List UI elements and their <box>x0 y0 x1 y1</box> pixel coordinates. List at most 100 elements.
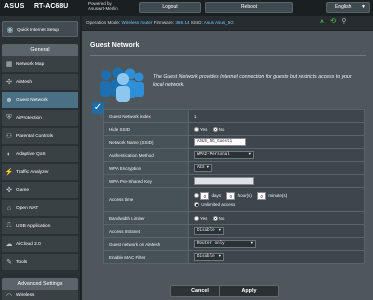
firmware-value[interactable]: 386.14 <box>175 20 189 25</box>
sidebar-item-guest-network[interactable]: ☻ Guest Network <box>2 92 78 109</box>
wpa-encryption-select[interactable]: AES ▼ <box>194 164 212 172</box>
ssid-label: Network Name (SSID) <box>103 135 189 149</box>
psk-input[interactable] <box>194 177 254 185</box>
chevron-down-icon: ▼ <box>248 153 251 157</box>
minutes-input[interactable]: 0 <box>257 191 267 200</box>
ssid-input[interactable]: ASUS_5G_Guest1 <box>194 138 246 146</box>
auth-method-cell: WPA2-Personal ▼ <box>188 148 365 162</box>
guest-network-icon: ☻ <box>5 96 13 104</box>
sidebar-item-label: AiCloud 2.0 <box>16 241 41 247</box>
unlimited-access-radio[interactable] <box>194 202 199 208</box>
sidebar-item-adaptive-qos[interactable]: ◐ Adaptive QoS <box>2 146 78 163</box>
sidebar-item-label: USB Application <box>16 223 51 229</box>
hide-ssid-yes-radio[interactable] <box>194 126 199 132</box>
sidebar-item-parental-controls[interactable]: ⚇ Parental Controls <box>2 128 78 145</box>
hide-ssid-options: Yes No <box>188 122 365 136</box>
logout-button[interactable]: Logout <box>139 2 201 13</box>
sidebar-item-usb-application[interactable]: ⎍ USB Application <box>2 218 78 235</box>
mac-filter-label: Enable MAC Filter <box>103 250 189 264</box>
sidebar-item-aicloud[interactable]: ☁ AiCloud 2.0 <box>2 236 78 253</box>
main-panel: Guest Network ✓ The Guest Network provid… <box>82 31 373 300</box>
adaptive-qos-icon: ◐ <box>6 150 12 158</box>
status-icons: ⩚ ⟲ ⚲ <box>318 18 348 26</box>
radio-label: Yes <box>200 215 208 221</box>
access-intranet-label: Access Intranet <box>103 224 189 238</box>
hours-input[interactable]: 0 <box>226 191 236 200</box>
mac-filter-select[interactable]: Disable ▼ <box>194 253 224 261</box>
days-input[interactable]: 0 <box>200 191 210 200</box>
sidebar: ◉ Quick Internet Setup General ▦ Network… <box>0 16 80 300</box>
table-row: WPA Encryption AES ▼ <box>103 161 365 175</box>
mac-filter-cell: Disable ▼ <box>188 250 365 264</box>
access-intranet-value: Disable <box>197 229 215 233</box>
bandwidth-limiter-options: Yes No <box>188 211 365 225</box>
aicloud-icon: ☁ <box>5 241 13 248</box>
limited-access-radio[interactable] <box>194 193 199 199</box>
ssid-cell: ASUS_5G_Guest1 <box>188 135 365 149</box>
apply-button[interactable]: Apply <box>219 285 279 297</box>
days-label: days <box>211 193 222 199</box>
wifi-icon[interactable]: ⩚ <box>318 18 326 26</box>
bandwidth-no-radio[interactable] <box>212 215 218 221</box>
usb-status-icon[interactable]: ⚲ <box>340 18 348 26</box>
wireless-icon: ◠ <box>5 292 13 300</box>
network-map-icon: ▦ <box>5 61 13 68</box>
general-section-title: General <box>2 44 78 56</box>
auth-method-label: Authentication Method <box>103 148 189 162</box>
page-title: Guest Network <box>90 42 140 49</box>
language-value: English <box>335 4 352 10</box>
tools-icon: ✎ <box>6 259 12 266</box>
hide-ssid-label: Hide SSID <box>103 122 189 136</box>
asus-logo: ASUS <box>4 3 25 10</box>
credit-line-2: Asuswrt-Merlin <box>88 6 118 11</box>
hide-ssid-no-radio[interactable] <box>212 126 218 132</box>
mac-filter-value: Disable <box>197 255 215 259</box>
sidebar-item-game[interactable]: ✜ Game <box>2 182 78 199</box>
traffic-analyzer-icon: ⚡ <box>4 169 14 176</box>
aimesh-icon: ✣ <box>6 79 12 86</box>
chevron-down-icon: ▼ <box>250 242 253 246</box>
sidebar-item-aimesh[interactable]: ✣ AiMesh <box>2 74 78 91</box>
chevron-down-icon: ▼ <box>218 255 221 259</box>
access-time-label: Access time <box>103 187 189 212</box>
table-row: Guest network on AiMesh Router only ▼ <box>103 237 365 251</box>
quick-internet-setup-button[interactable]: ◉ Quick Internet Setup <box>2 21 78 37</box>
sidebar-item-aiprotection[interactable]: ⛨ AiProtection <box>2 110 78 127</box>
table-row: Access time 0 days 0 hour(s) 0 minute(s)… <box>103 187 365 212</box>
auth-method-select[interactable]: WPA2-Personal ▼ <box>194 151 254 159</box>
game-icon: ✜ <box>6 187 12 194</box>
sidebar-item-network-map[interactable]: ▦ Network Map <box>2 56 78 73</box>
guest-network-settings-table: Guest Network index 1 Hide SSID Yes No N… <box>103 109 365 264</box>
index-value: 1 <box>188 109 365 123</box>
sidebar-item-label: Traffic Analyzer <box>16 169 49 175</box>
psk-cell <box>188 174 365 188</box>
index-label: Guest Network index <box>103 109 189 123</box>
sidebar-item-wireless[interactable]: ◠ Wireless <box>2 290 78 300</box>
guests-illustration-icon <box>100 67 144 102</box>
language-select[interactable]: English ▼ <box>326 2 370 13</box>
advanced-section-title: Advanced Settings <box>2 278 78 290</box>
title-divider <box>90 55 366 56</box>
aimesh-guest-label: Guest network on AiMesh <box>103 237 189 251</box>
mode-label: Operation Mode: <box>86 20 121 25</box>
minutes-label: minute(s) <box>268 193 288 199</box>
sidebar-item-traffic-analyzer[interactable]: ⚡ Traffic Analyzer <box>2 164 78 181</box>
bandwidth-yes-radio[interactable] <box>194 215 199 221</box>
sidebar-item-open-nat[interactable]: ⌂ Open NAT <box>2 200 78 217</box>
mode-value[interactable]: Wireless router <box>122 20 153 25</box>
router-model: RT-AC68U <box>34 3 69 10</box>
wpa-encryption-label: WPA Encryption <box>103 161 189 175</box>
table-row: Network Name (SSID) ASUS_5G_Guest1 <box>103 135 365 149</box>
network-status-icon[interactable]: ⟲ <box>329 18 337 26</box>
sidebar-item-tools[interactable]: ✎ Tools <box>2 254 78 271</box>
sidebar-item-label: AiProtection <box>16 115 42 121</box>
aimesh-guest-cell: Router only ▼ <box>188 237 365 251</box>
ssid-label: SSID: <box>190 20 203 25</box>
reboot-button[interactable]: Reboot <box>205 2 293 13</box>
table-row: Authentication Method WPA2-Personal ▼ <box>103 148 365 162</box>
sidebar-item-label: Adaptive QoS <box>16 151 46 157</box>
access-intranet-select[interactable]: Disable ▼ <box>194 227 224 235</box>
hours-label: hour(s) <box>237 193 252 199</box>
aimesh-guest-select[interactable]: Router only ▼ <box>194 240 256 248</box>
open-nat-icon: ⌂ <box>6 204 12 212</box>
